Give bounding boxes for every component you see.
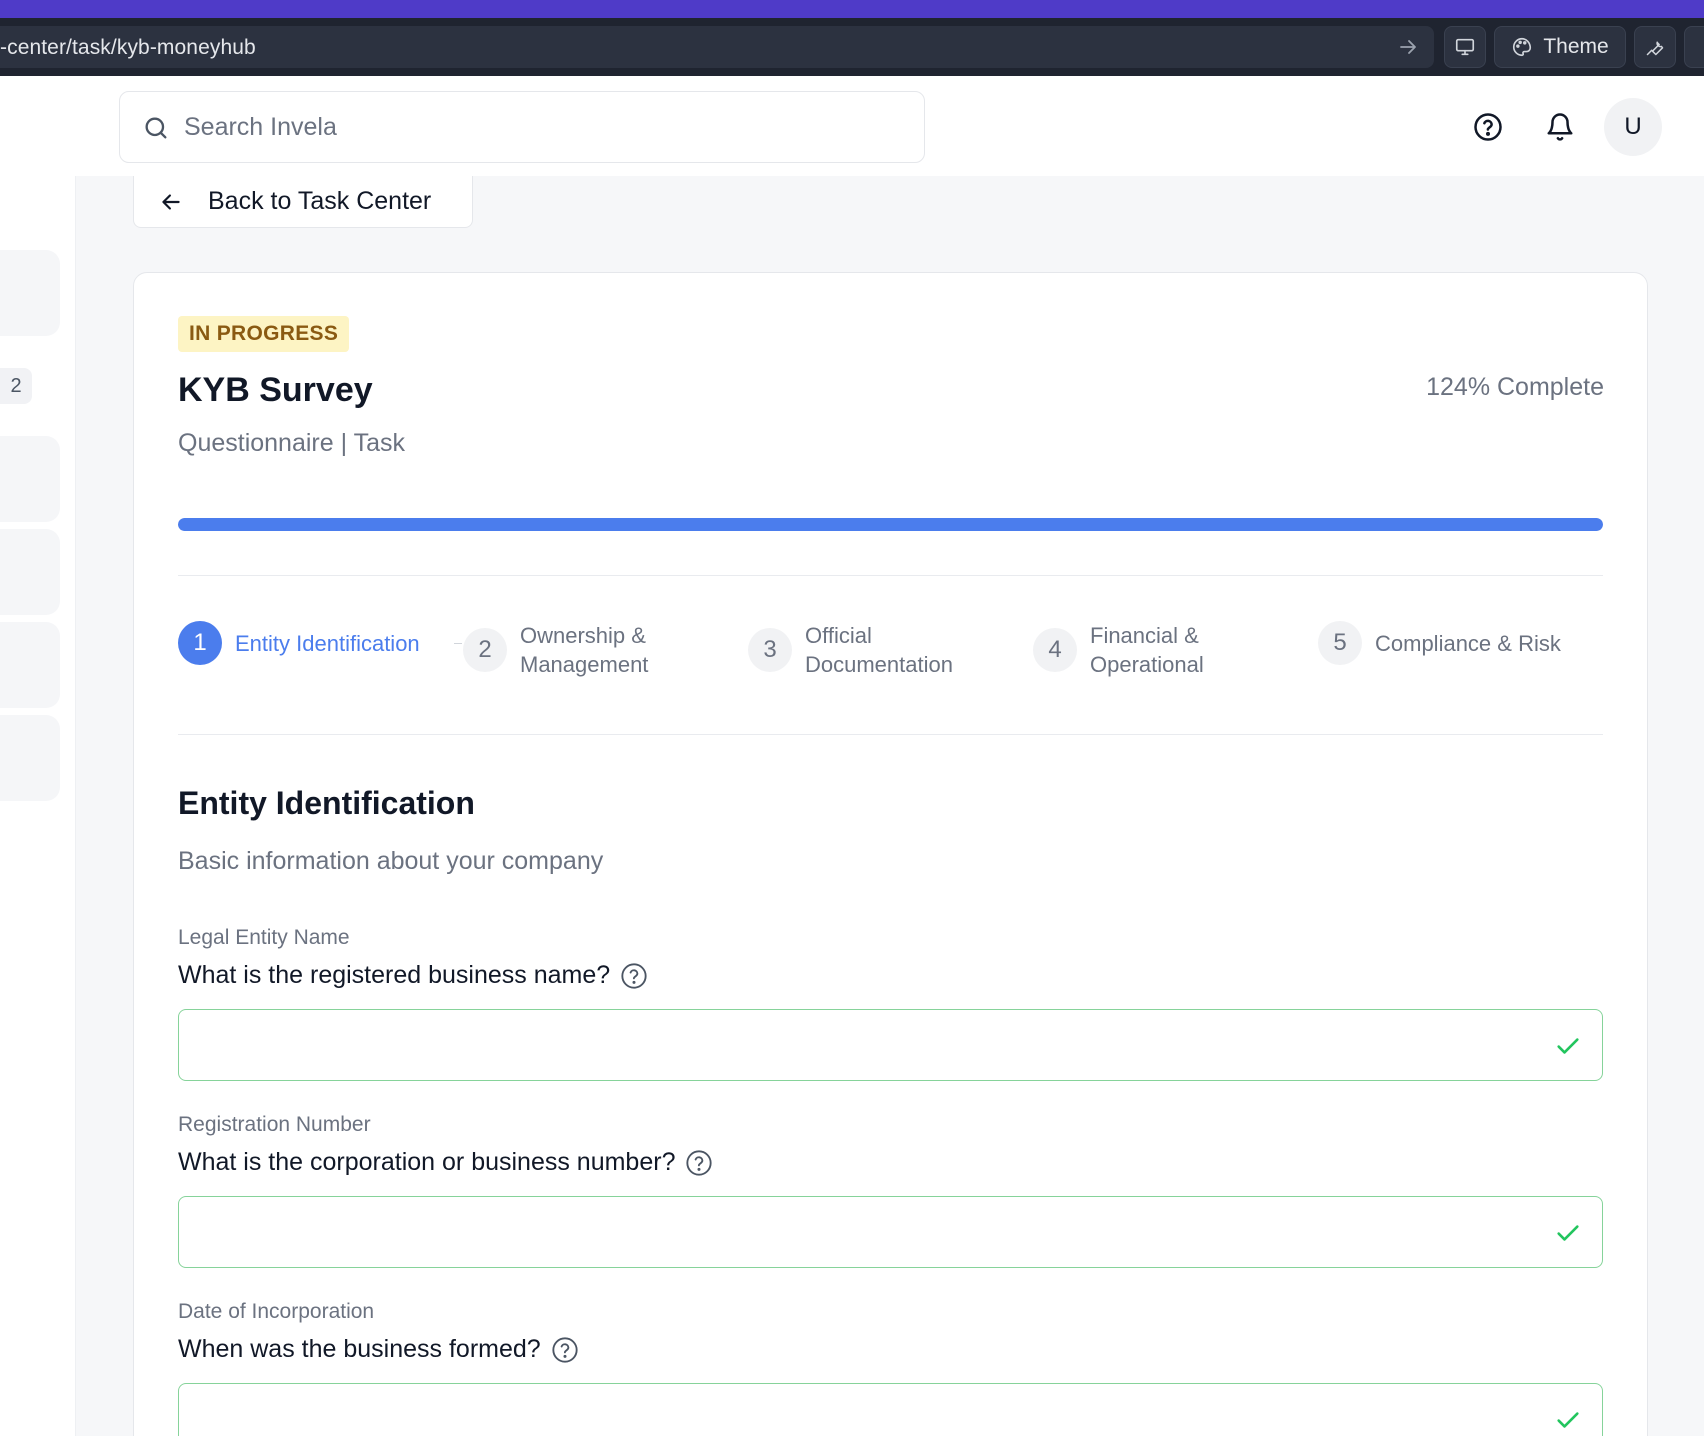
field-label: Date of Incorporation	[178, 1300, 375, 1323]
check-icon	[1557, 1412, 1579, 1428]
arrow-right-icon[interactable]	[1396, 35, 1420, 59]
task-card: IN PROGRESS KYB Survey 124% Complete Que…	[133, 272, 1648, 1436]
sidebar-item[interactable]	[0, 529, 60, 615]
section-description: Basic information about your company	[178, 847, 604, 875]
wrench-icon	[1646, 41, 1664, 56]
palette-icon	[1513, 37, 1532, 57]
field-label: Registration Number	[178, 1113, 371, 1136]
page-title: KYB Survey	[178, 371, 373, 409]
step-compliance-risk[interactable]: 5 Compliance & Risk	[1318, 621, 1561, 665]
field-question: What is the registered business name?	[178, 961, 648, 990]
step-ownership-management[interactable]: 2 Ownership & Management	[463, 621, 670, 679]
step-number: 2	[463, 628, 507, 672]
step-connector	[454, 643, 462, 644]
status-badge: IN PROGRESS	[178, 316, 350, 352]
browser-toolbar: -center/task/kyb-moneyhub Theme	[0, 18, 1704, 76]
field-question-text: When was the business formed?	[178, 1335, 541, 1363]
field-question: When was the business formed?	[178, 1335, 579, 1364]
legal-entity-name-input[interactable]	[179, 1010, 1602, 1080]
url-text[interactable]: -center/task/kyb-moneyhub	[0, 36, 256, 60]
sidebar-count-badge: 2	[0, 368, 32, 404]
theme-button[interactable]: Theme	[1494, 26, 1626, 68]
step-number: 1	[178, 621, 222, 665]
user-avatar[interactable]: U	[1604, 98, 1662, 156]
registration-number-input[interactable]	[179, 1197, 1602, 1267]
field-question-text: What is the corporation or business numb…	[178, 1148, 676, 1176]
step-official-documentation[interactable]: 3 Official Documentation	[748, 621, 975, 679]
legal-entity-name-field[interactable]	[178, 1009, 1603, 1081]
section-title: Entity Identification	[178, 785, 475, 821]
help-circle-icon	[1474, 113, 1502, 141]
step-label: Financial & Operational	[1090, 623, 1204, 677]
step-label: Entity Identification	[235, 630, 420, 656]
step-number: 3	[748, 628, 792, 672]
divider	[178, 734, 1603, 735]
back-to-task-center-button[interactable]: Back to Task Center	[133, 176, 473, 228]
back-button-label: Back to Task Center	[208, 187, 432, 215]
divider	[178, 575, 1603, 576]
arrow-left-icon	[162, 193, 180, 210]
monitor-icon	[1455, 38, 1475, 56]
devtools-button[interactable]	[1634, 26, 1676, 68]
step-entity-identification[interactable]: 1 Entity Identification	[178, 621, 420, 665]
field-question: What is the corporation or business numb…	[178, 1148, 713, 1177]
search-input[interactable]	[184, 92, 904, 162]
date-of-incorporation-field[interactable]	[178, 1383, 1603, 1436]
bell-icon	[1547, 113, 1573, 141]
help-button[interactable]	[1471, 110, 1505, 144]
progress-percent: 124% Complete	[1426, 373, 1604, 401]
theme-label: Theme	[1543, 35, 1609, 58]
step-number: 4	[1033, 628, 1077, 672]
device-preview-button[interactable]	[1444, 26, 1486, 68]
step-number: 5	[1318, 621, 1362, 665]
date-of-incorporation-input[interactable]	[179, 1384, 1602, 1436]
help-circle-icon[interactable]	[551, 1336, 579, 1364]
app-header: U	[0, 76, 1704, 176]
sidebar-item[interactable]	[0, 715, 60, 801]
registration-number-field[interactable]	[178, 1196, 1603, 1268]
browser-top-strip	[0, 0, 1704, 18]
sidebar: 2	[0, 176, 76, 1436]
check-icon	[1557, 1225, 1579, 1241]
help-circle-icon[interactable]	[685, 1149, 713, 1177]
field-label: Legal Entity Name	[178, 926, 350, 949]
step-label: Ownership & Management	[520, 623, 649, 677]
sidebar-item[interactable]	[0, 622, 60, 708]
search-box[interactable]	[119, 91, 925, 163]
step-label: Compliance & Risk	[1375, 630, 1561, 656]
step-financial-operational[interactable]: 4 Financial & Operational	[1033, 621, 1230, 679]
progress-bar-fill	[178, 518, 1603, 531]
field-question-text: What is the registered business name?	[178, 961, 611, 989]
search-icon	[145, 117, 167, 139]
step-label: Official Documentation	[805, 623, 953, 677]
extra-toolbar-button[interactable]	[1684, 26, 1704, 68]
help-circle-icon[interactable]	[620, 962, 648, 990]
progress-bar	[178, 518, 1603, 531]
url-bar[interactable]: -center/task/kyb-moneyhub	[0, 26, 1434, 68]
check-icon	[1557, 1038, 1579, 1054]
notifications-button[interactable]	[1543, 110, 1577, 144]
page-subtitle: Questionnaire | Task	[178, 429, 405, 457]
sidebar-item[interactable]	[0, 436, 60, 522]
sidebar-item[interactable]	[0, 250, 60, 336]
